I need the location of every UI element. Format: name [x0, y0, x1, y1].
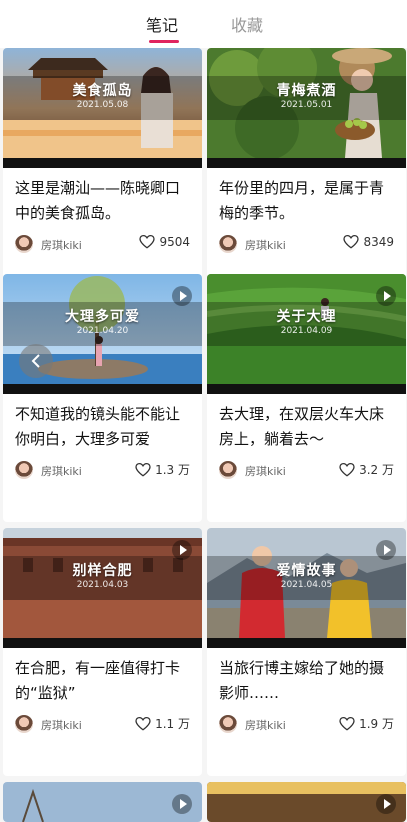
like-count[interactable]: 9504 — [139, 235, 190, 249]
play-icon — [172, 286, 192, 306]
author-name: 房琪kiki — [41, 465, 82, 478]
cover-date: 2021.05.01 — [280, 100, 333, 110]
author-avatar — [219, 461, 237, 479]
note-title: 这里是潮汕——陈晓卿口中的美食孤岛。 — [15, 179, 181, 222]
like-count-value: 3.2 万 — [359, 463, 394, 477]
note-title: 不知道我的镜头能不能让你明白，大理多可爱 — [15, 405, 181, 448]
cover-title: 青梅煮酒 — [276, 83, 337, 99]
note-card[interactable] — [3, 782, 202, 822]
author-name: 房琪kiki — [41, 719, 82, 732]
active-tab-indicator — [149, 40, 179, 43]
note-thumbnail — [207, 782, 406, 822]
author-avatar — [15, 461, 33, 479]
author-name: 房琪kiki — [245, 719, 286, 732]
chevron-left-icon — [31, 354, 40, 368]
note-thumbnail: 大理多可爱 2021.04.20 — [3, 274, 202, 384]
heart-icon — [339, 462, 355, 477]
like-count[interactable]: 1.3 万 — [135, 461, 190, 478]
like-count[interactable]: 1.1 万 — [135, 715, 190, 732]
heart-icon — [135, 462, 151, 477]
cover-title: 大理多可爱 — [65, 309, 140, 325]
like-count[interactable]: 3.2 万 — [339, 461, 394, 478]
note-title: 去大理，在双层火车大床房上，躺着去～ — [219, 405, 385, 448]
tab-notes[interactable]: 笔记 — [146, 12, 178, 36]
cover-title: 爱情故事 — [276, 563, 337, 579]
note-thumbnail: 美食孤岛 2021.05.08 — [3, 48, 202, 158]
author-avatar — [15, 715, 33, 733]
note-card[interactable]: 青梅煮酒 2021.05.01 年份里的四月，是属于青梅的季节。 房琪kiki … — [207, 48, 406, 296]
note-thumbnail: 爱情故事 2021.04.05 — [207, 528, 406, 638]
author-name: 房琪kiki — [245, 465, 286, 478]
like-count-value: 1.9 万 — [359, 717, 394, 731]
author-name: 房琪kiki — [245, 239, 286, 252]
author-avatar — [219, 715, 237, 733]
like-count[interactable]: 8349 — [343, 235, 394, 249]
cover-date: 2021.04.05 — [280, 580, 333, 590]
note-thumbnail: 青梅煮酒 2021.05.01 — [207, 48, 406, 158]
note-card[interactable]: 美食孤岛 2021.05.08 这里是潮汕——陈晓卿口中的美食孤岛。 房琪kik… — [3, 48, 202, 296]
note-card[interactable] — [207, 782, 406, 822]
play-icon — [376, 794, 396, 814]
play-icon — [172, 540, 192, 560]
heart-icon — [139, 235, 156, 249]
note-card[interactable]: 爱情故事 2021.04.05 当旅行博主嫁给了她的摄影师…… 房琪kiki 1… — [207, 528, 406, 776]
cover-title: 关于大理 — [276, 309, 337, 325]
note-title: 当旅行博主嫁给了她的摄影师…… — [219, 659, 385, 702]
play-icon — [376, 540, 396, 560]
author-name: 房琪kiki — [41, 239, 82, 252]
cover-date: 2021.05.08 — [76, 100, 129, 110]
note-thumbnail — [3, 782, 202, 822]
heart-icon — [135, 716, 151, 731]
heart-icon — [343, 235, 360, 249]
play-icon — [172, 794, 192, 814]
note-thumbnail: 关于大理 2021.04.09 — [207, 274, 406, 384]
play-icon — [376, 286, 396, 306]
cover-date: 2021.04.09 — [280, 326, 333, 336]
like-count-value: 1.1 万 — [155, 717, 190, 731]
cover-date: 2021.04.20 — [76, 326, 129, 336]
note-title: 年份里的四月，是属于青梅的季节。 — [219, 179, 385, 222]
author-avatar — [219, 235, 237, 253]
cover-title: 美食孤岛 — [72, 83, 133, 99]
like-count[interactable]: 1.9 万 — [339, 715, 394, 732]
like-count-value: 8349 — [363, 235, 394, 249]
like-count-value: 1.3 万 — [155, 463, 190, 477]
note-card[interactable]: 别样合肥 2021.04.03 在合肥，有一座值得打卡的“监狱” 房琪kiki … — [3, 528, 202, 776]
note-title: 在合肥，有一座值得打卡的“监狱” — [15, 659, 181, 702]
cover-title: 别样合肥 — [72, 563, 133, 579]
like-count-value: 9504 — [159, 235, 190, 249]
note-card[interactable]: 大理多可爱 2021.04.20 不知道我的镜头能不能让你明白，大理多可爱 房琪… — [3, 274, 202, 522]
carousel-back-button[interactable] — [19, 344, 53, 378]
heart-icon — [339, 716, 355, 731]
tab-favorites[interactable]: 收藏 — [231, 12, 263, 36]
cover-date: 2021.04.03 — [76, 580, 129, 590]
tab-bar: 笔记 收藏 — [0, 0, 407, 48]
note-card[interactable]: 关于大理 2021.04.09 去大理，在双层火车大床房上，躺着去～ 房琪kik… — [207, 274, 406, 522]
author-avatar — [15, 235, 33, 253]
note-thumbnail: 别样合肥 2021.04.03 — [3, 528, 202, 638]
